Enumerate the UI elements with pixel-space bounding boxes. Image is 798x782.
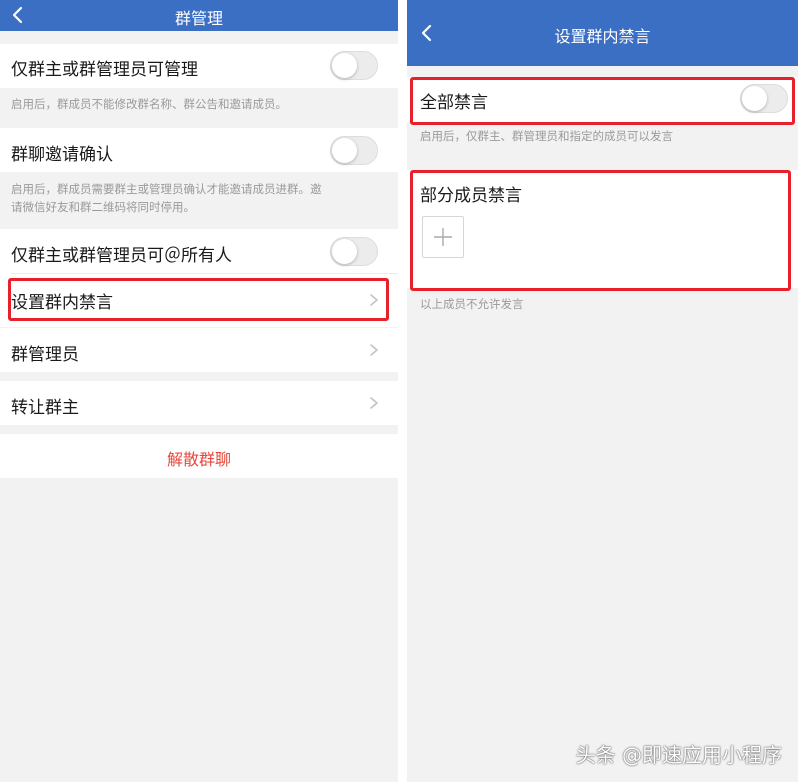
navbar: 群管理 xyxy=(0,0,398,31)
watermark: 头条 @即速应用小程序 xyxy=(575,743,782,767)
setting-label: 转让群主 xyxy=(11,398,79,418)
dissolve-group-label: 解散群聊 xyxy=(166,450,231,469)
highlight-box xyxy=(8,278,389,321)
setting-note: 启用后，仅群主、群管理员和指定的成员可以发言 xyxy=(420,129,673,143)
toggle-knob xyxy=(332,138,357,163)
setting-row-transfer-owner[interactable]: 转让群主 xyxy=(0,381,398,425)
setting-label: 仅群主或群管理员可＠所有人 xyxy=(11,246,232,266)
setting-row-owner-admin-manage: 仅群主或群管理员可管理 xyxy=(0,44,398,88)
mute-settings-screen: 设置群内禁言 全部禁言 启用后，仅群主、群管理员和指定的成员可以发言 部分成员禁… xyxy=(407,0,798,782)
navbar: 设置群内禁言 xyxy=(407,0,798,66)
group-management-screen: 群管理 仅群主或群管理员可管理 启用后，群成员不能修改群名称、群公告和邀请成员。… xyxy=(0,0,398,782)
setting-note: 启用后，群成员需要群主或管理员确认才能邀请成员进群。邀 xyxy=(11,182,322,196)
setting-row-invite-confirm: 群聊邀请确认 xyxy=(0,128,398,172)
setting-label: 群聊邀请确认 xyxy=(11,145,113,165)
page-title: 群管理 xyxy=(174,9,223,28)
at-all-toggle[interactable] xyxy=(330,237,378,266)
chevron-right-icon xyxy=(370,397,378,409)
setting-row-at-all: 仅群主或群管理员可＠所有人 xyxy=(0,229,398,273)
highlight-box xyxy=(410,170,791,291)
setting-label: 群管理员 xyxy=(11,345,79,365)
setting-label: 仅群主或群管理员可管理 xyxy=(11,60,198,80)
dissolve-group-button[interactable]: 解散群聊 xyxy=(0,434,398,478)
setting-note: 启用后，群成员不能修改群名称、群公告和邀请成员。 xyxy=(11,97,287,111)
toggle-knob xyxy=(332,53,357,78)
page-title: 设置群内禁言 xyxy=(554,27,651,46)
toggle-knob xyxy=(332,239,357,264)
owner-admin-manage-toggle[interactable] xyxy=(330,51,378,80)
setting-note: 请微信好友和群二维码将同时停用。 xyxy=(11,200,195,214)
invite-confirm-toggle[interactable] xyxy=(330,136,378,165)
setting-row-group-admins[interactable]: 群管理员 xyxy=(0,328,398,372)
highlight-box xyxy=(410,77,795,125)
setting-note: 以上成员不允许发言 xyxy=(420,297,524,311)
chevron-right-icon xyxy=(370,344,378,356)
